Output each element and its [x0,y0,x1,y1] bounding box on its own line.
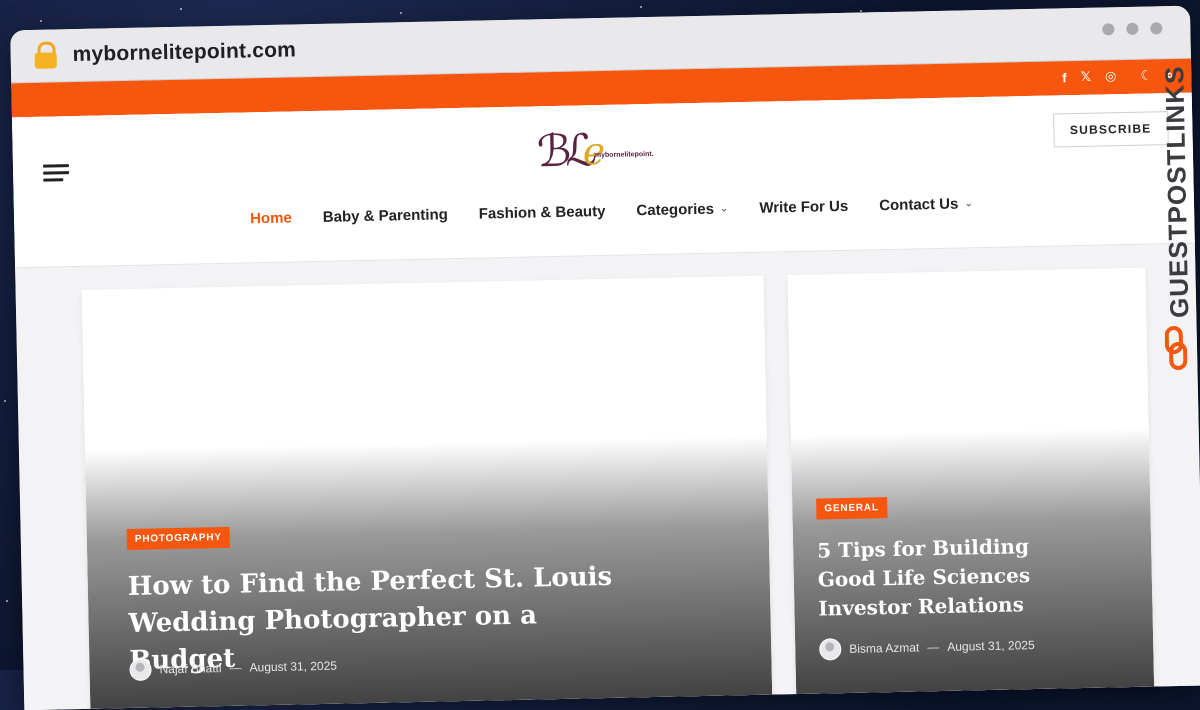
nav-item-baby-parenting[interactable]: Baby & Parenting [323,206,448,226]
category-badge[interactable]: PHOTOGRAPHY [126,526,230,551]
lock-icon [32,41,59,70]
post-title[interactable]: 5 Tips for Building Good Life Sciences I… [817,532,1049,624]
nav-item-fashion-beauty[interactable]: Fashion & Beauty [479,203,606,223]
post-author[interactable]: Bisma Azmat [849,640,919,655]
window-dot-icon[interactable] [1126,22,1139,35]
window-dot-icon[interactable] [1150,22,1163,35]
link-icon [1164,326,1188,370]
browser-window: mybornelitepoint.com f 𝕏 ◎ ☾ ⌕ ℬℒ e mybo… [10,5,1200,710]
moon-icon[interactable]: ☾ [1140,67,1152,83]
site-header: ℬℒ e mybornelitepoint. SUBSCRIBE Home Ba… [11,92,1195,269]
window-dot-icon[interactable] [1102,23,1115,36]
post-card[interactable]: PHOTOGRAPHY How to Find the Perfect St. … [81,275,773,710]
avatar [819,638,842,661]
facebook-icon[interactable]: f [1062,70,1067,85]
chevron-down-icon: ⌄ [964,198,973,210]
post-author[interactable]: Najaf Bhatti [159,661,221,676]
category-badge[interactable]: GENERAL [816,497,888,520]
post-date: August 31, 2025 [249,658,338,675]
featured-posts: PHOTOGRAPHY How to Find the Perfect St. … [15,259,1200,710]
post-meta: Najaf Bhatti — August 31, 2025 [129,655,337,681]
nav-item-home[interactable]: Home [250,210,292,228]
chevron-down-icon: ⌄ [719,203,729,215]
nav-item-contact-us[interactable]: Contact Us ⌄ [879,195,973,215]
meta-separator: — [927,640,940,655]
post-date: August 31, 2025 [947,638,1035,654]
site-logo[interactable]: ℬℒ e mybornelitepoint. [536,124,667,183]
instagram-icon[interactable]: ◎ [1105,68,1117,84]
nav-item-write-for-us[interactable]: Write For Us [759,198,848,217]
address-bar[interactable]: mybornelitepoint.com [72,38,296,67]
post-meta: Bisma Azmat — August 31, 2025 [819,634,1035,661]
x-icon[interactable]: 𝕏 [1080,69,1091,85]
watermark-text: GUESTPOSTLINKS [1159,65,1195,319]
site-body: ℬℒ e mybornelitepoint. SUBSCRIBE Home Ba… [11,92,1200,710]
meta-separator: — [229,660,242,675]
post-card[interactable]: GENERAL 5 Tips for Building Good Life Sc… [787,267,1155,696]
window-controls [1102,22,1163,36]
logo-text: mybornelitepoint. [594,150,654,160]
nav-item-categories[interactable]: Categories ⌄ [636,200,729,220]
guestpostlinks-watermark: GUESTPOSTLINKS [1153,58,1198,389]
subscribe-button[interactable]: SUBSCRIBE [1052,111,1169,148]
menu-icon[interactable] [42,164,70,183]
main-nav: Home Baby & Parenting Fashion & Beauty C… [250,195,973,228]
